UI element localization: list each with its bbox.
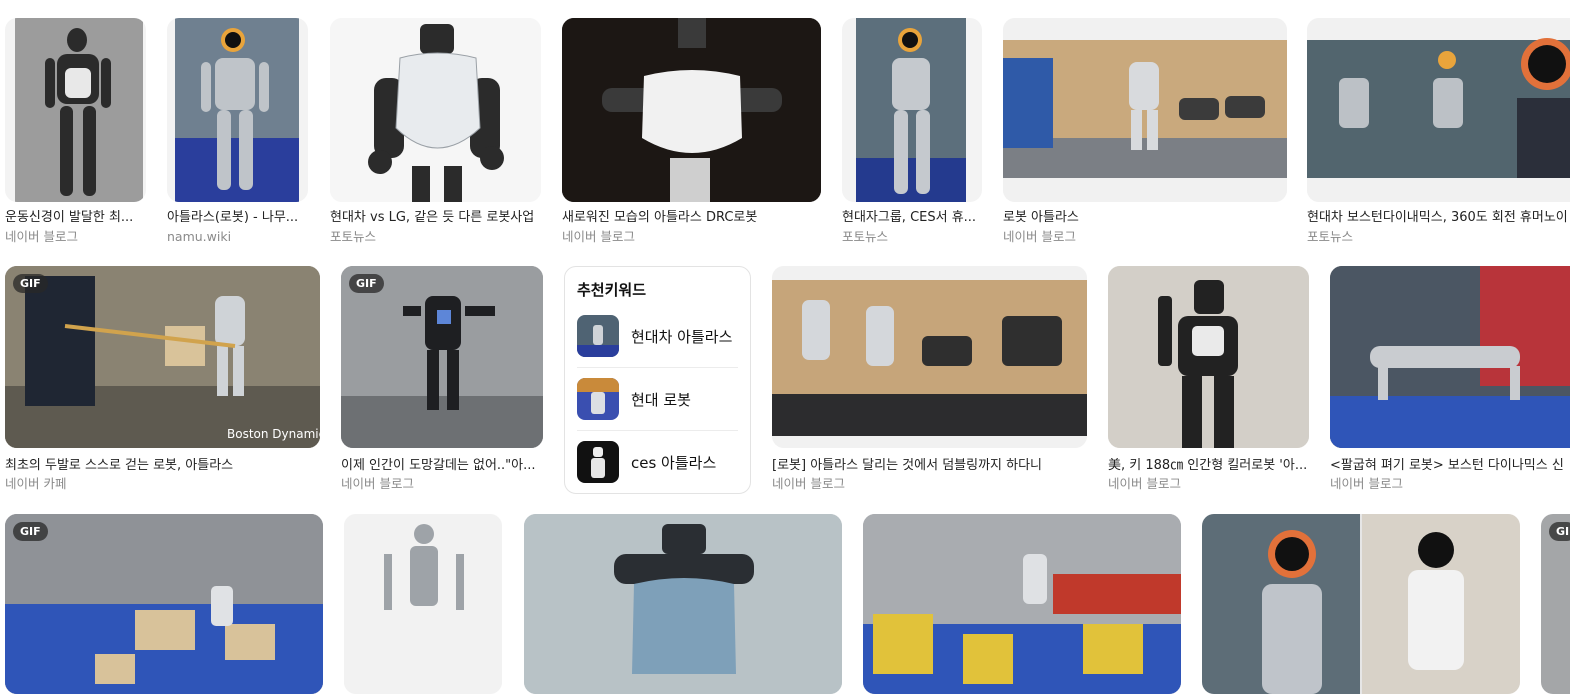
robot-gif-image[interactable]: Boston Dynamics GIF xyxy=(5,266,320,448)
robot-atlas-image[interactable] xyxy=(524,514,842,694)
image-card[interactable]: GIF xyxy=(5,514,323,694)
image-source[interactable]: 네이버 블로그 xyxy=(1330,476,1570,492)
image-source[interactable]: 네이버 블로그 xyxy=(772,476,1087,492)
image-source[interactable]: 포토뉴스 xyxy=(1307,229,1570,245)
image-card[interactable]: Boston Dynamics GIF 최초의 두발로 스스로 걷는 로봇, 아… xyxy=(5,266,320,496)
image-title[interactable]: 운동신경이 발달한 최... xyxy=(5,210,146,226)
keyword-divider xyxy=(577,367,738,368)
robot-lineup-image[interactable] xyxy=(772,266,1087,448)
keyword-item[interactable]: 현대차 아틀라스 xyxy=(577,315,740,357)
image-source[interactable]: 포토뉴스 xyxy=(842,229,982,245)
image-source[interactable]: 네이버 카페 xyxy=(5,476,320,492)
image-title[interactable]: 로봇 아틀라스 xyxy=(1003,210,1287,226)
image-title[interactable]: 새로워진 모습의 아틀라스 DRC로봇 xyxy=(562,210,821,226)
gif-badge: GIF xyxy=(13,522,48,541)
keyword-divider xyxy=(577,430,738,431)
image-card[interactable] xyxy=(1202,514,1520,694)
image-title[interactable]: [로봇] 아틀라스 달리는 것에서 덤블링까지 하다니 xyxy=(772,458,1087,474)
image-title[interactable]: 이제 인간이 도망갈데는 없어.."아... xyxy=(341,458,543,474)
robot-gif-image[interactable]: GI xyxy=(1541,514,1570,694)
image-source[interactable]: 네이버 블로그 xyxy=(1108,476,1309,492)
robot-atlas-image[interactable] xyxy=(5,18,146,202)
image-title[interactable]: 현대차 보스턴다이내믹스, 360도 회전 휴머노이 xyxy=(1307,210,1570,226)
image-card[interactable]: 美, 키 188㎝ 인간형 킬러로봇 '아... 네이버 블로그 xyxy=(1108,266,1309,496)
image-title[interactable]: 아틀라스(로봇) - 나무... xyxy=(167,210,308,226)
robot-atlas-image[interactable] xyxy=(167,18,308,202)
gif-badge: GI xyxy=(1549,522,1570,541)
gif-badge: GIF xyxy=(349,274,384,293)
keyword-thumbnail xyxy=(577,441,619,483)
image-card[interactable]: 현대차 보스턴다이내믹스, 360도 회전 휴머노이 포토뉴스 xyxy=(1307,18,1570,248)
image-title[interactable]: 현대자그룹, CES서 휴... xyxy=(842,210,982,226)
robot-atlas-image[interactable] xyxy=(330,18,541,202)
image-title[interactable]: 최초의 두발로 스스로 걷는 로봇, 아틀라스 xyxy=(5,458,320,474)
image-title[interactable]: 현대차 vs LG, 같은 듯 다른 로봇사업 xyxy=(330,210,541,226)
image-card[interactable]: GI xyxy=(1541,514,1570,694)
keyword-item[interactable]: ces 아틀라스 xyxy=(577,441,740,483)
robot-pushup-image[interactable] xyxy=(1330,266,1570,448)
watermark-text: Boston Dynamics xyxy=(227,427,320,441)
keyword-thumbnail xyxy=(577,315,619,357)
image-source[interactable]: 포토뉴스 xyxy=(330,229,541,245)
image-card[interactable]: <팔굽혀 펴기 로봇> 보스턴 다이나믹스 신 네이버 블로그 xyxy=(1330,266,1570,496)
keyword-thumbnail xyxy=(577,378,619,420)
robot-soldier-image[interactable] xyxy=(1108,266,1309,448)
robot-atlas-image[interactable] xyxy=(1003,18,1287,202)
robot-gif-image[interactable]: GIF xyxy=(5,514,323,694)
gif-badge: GIF xyxy=(13,274,48,293)
robot-atlas-image[interactable] xyxy=(1307,18,1570,202)
image-card[interactable]: 현대차 vs LG, 같은 듯 다른 로봇사업 포토뉴스 xyxy=(330,18,541,248)
image-source[interactable]: namu.wiki xyxy=(167,229,308,245)
image-title[interactable]: 美, 키 188㎝ 인간형 킬러로봇 '아... xyxy=(1108,458,1309,474)
image-card[interactable] xyxy=(344,514,502,694)
recommended-keywords-panel: 추천키워드 현대차 아틀라스 현대 로봇 ces 아틀라스 xyxy=(564,266,751,494)
image-card[interactable] xyxy=(863,514,1181,694)
keyword-label[interactable]: 현대 로봇 xyxy=(631,389,691,410)
image-card[interactable]: [로봇] 아틀라스 달리는 것에서 덤블링까지 하다니 네이버 블로그 xyxy=(772,266,1087,496)
image-card[interactable]: GIF 이제 인간이 도망갈데는 없어.."아... 네이버 블로그 xyxy=(341,266,543,496)
image-card[interactable]: 아틀라스(로봇) - 나무... namu.wiki xyxy=(167,18,308,248)
image-source[interactable]: 네이버 블로그 xyxy=(562,229,821,245)
image-card[interactable]: 운동신경이 발달한 최... 네이버 블로그 xyxy=(5,18,146,248)
humanoid-robots-image[interactable] xyxy=(1202,514,1520,694)
image-title[interactable]: <팔굽혀 펴기 로봇> 보스턴 다이나믹스 신 xyxy=(1330,458,1570,474)
robot-atlas-image[interactable] xyxy=(562,18,821,202)
image-source[interactable]: 네이버 블로그 xyxy=(5,229,146,245)
image-card[interactable] xyxy=(524,514,842,694)
robot-atlas-image[interactable] xyxy=(842,18,982,202)
robot-parkour-image[interactable] xyxy=(863,514,1181,694)
keyword-label[interactable]: ces 아틀라스 xyxy=(631,452,716,473)
keyword-label[interactable]: 현대차 아틀라스 xyxy=(631,326,732,347)
image-card[interactable]: 새로워진 모습의 아틀라스 DRC로봇 네이버 블로그 xyxy=(562,18,821,248)
image-source[interactable]: 네이버 블로그 xyxy=(1003,229,1287,245)
terminator-robot-image[interactable] xyxy=(344,514,502,694)
image-card[interactable]: 현대자그룹, CES서 휴... 포토뉴스 xyxy=(842,18,982,248)
keyword-item[interactable]: 현대 로봇 xyxy=(577,378,740,420)
robot-gif-image[interactable]: GIF xyxy=(341,266,543,448)
image-card[interactable]: 로봇 아틀라스 네이버 블로그 xyxy=(1003,18,1287,248)
image-source[interactable]: 네이버 블로그 xyxy=(341,476,543,492)
recommended-keywords-title: 추천키워드 xyxy=(577,281,647,299)
